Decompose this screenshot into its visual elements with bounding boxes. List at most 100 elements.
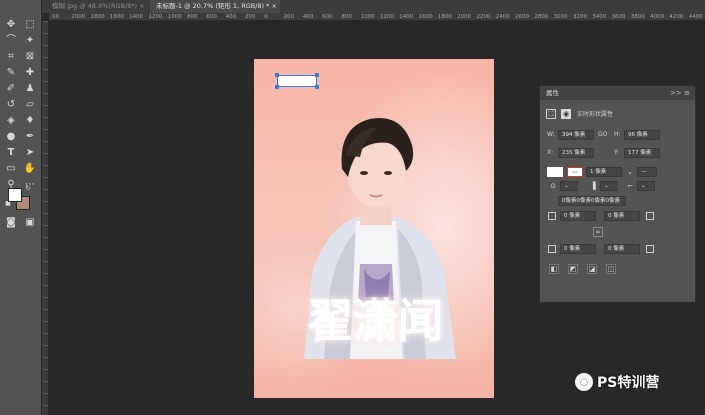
history-brush-tool-icon[interactable]: ↺ — [4, 98, 18, 112]
quick-mask-icon[interactable]: ◙ — [4, 216, 18, 230]
ruler-tick — [43, 81, 48, 93]
type-tool-icon[interactable]: T — [4, 146, 18, 160]
poster-title-text: 翟潇闻 — [307, 294, 444, 348]
corner-bottom-left-field[interactable]: 0 像素 — [560, 244, 596, 254]
stroke-width-dropdown-icon[interactable]: ⌄ — [625, 167, 635, 177]
move-tool-icon[interactable]: ✥ — [4, 18, 18, 32]
crop-tool-icon[interactable]: ⌗ — [4, 50, 18, 64]
ruler-tick — [43, 153, 48, 165]
screen-mode-icon[interactable]: ▣ — [23, 216, 37, 230]
ruler-tick — [43, 261, 48, 273]
ruler-tick — [43, 69, 48, 81]
path-intersect-icon[interactable]: ◪ — [587, 264, 597, 274]
document-tab-bar: 模糊.jpg @ 48.8%(RGB/8*) × 未标题-1 @ 20.7% (… — [42, 0, 705, 13]
ruler-tick-label: 1200 — [148, 14, 163, 20]
rectangle-1-layer[interactable] — [275, 73, 319, 89]
stroke-width-field[interactable]: 1 像素 — [586, 167, 622, 177]
dodge-tool-icon[interactable]: ● — [4, 130, 18, 144]
properties-header: 属性 >> ≡ — [540, 86, 695, 100]
height-field[interactable]: 96 像素 — [624, 130, 660, 140]
properties-panel: 属性 >> ≡ ⛶ ◉ 实时形状属性 W: 394 像素 GO H: 96 像素… — [539, 85, 696, 303]
mask-properties-icon[interactable]: ◉ — [561, 109, 571, 119]
corner-bl-shape-icon — [548, 245, 556, 253]
frame-tool-icon[interactable]: ⊠ — [23, 50, 37, 64]
foreground-color-swatch[interactable] — [8, 188, 22, 202]
h-label: H: — [614, 131, 621, 138]
ruler-tick-label: 200 — [283, 14, 295, 20]
ruler-tick-label: 2400 — [495, 14, 510, 20]
stamp-tool-icon[interactable]: ♟ — [23, 82, 37, 96]
path-subtract-icon[interactable]: ◩ — [568, 264, 578, 274]
rectangle-tool-icon[interactable]: ▭ — [4, 162, 18, 176]
transform-handle[interactable] — [315, 85, 319, 89]
ruler-tick-label: 00 — [52, 14, 59, 20]
panel-menu-icon[interactable]: >> ≡ — [670, 86, 690, 100]
ruler-tick-label: 4200 — [669, 14, 684, 20]
transform-handle[interactable] — [275, 85, 279, 89]
width-field[interactable]: 394 像素 — [558, 130, 594, 140]
ruler-tick-label: 4000 — [650, 14, 665, 20]
corner-radii-all-field[interactable]: 0像素0像素0像素0像素 — [558, 196, 626, 206]
ruler-tick-label: 600 — [206, 14, 217, 20]
ruler-tick-label: 1600 — [418, 14, 433, 20]
tab-blur-jpg[interactable]: 模糊.jpg @ 48.8%(RGB/8*) × — [46, 0, 146, 13]
ruler-tick-label: 600 — [322, 14, 333, 20]
marquee-tool-icon[interactable]: ⬚ — [23, 18, 37, 32]
paint-bucket-tool-icon[interactable]: ◈ — [4, 114, 18, 128]
link-dimensions-icon[interactable]: GO — [598, 130, 607, 139]
ruler-tick-label: 3600 — [611, 14, 626, 20]
magic-wand-tool-icon[interactable]: ✦ — [23, 34, 37, 48]
stroke-align-icon[interactable]: ⊙ — [548, 181, 558, 191]
stroke-align-dropdown[interactable]: ⌄ — [560, 181, 578, 191]
ruler-tick-label: 2800 — [534, 14, 549, 20]
eyedropper-tool-icon[interactable]: ✎ — [4, 66, 18, 80]
ruler-tick — [43, 177, 48, 189]
shape-properties-icon[interactable]: ⛶ — [546, 109, 556, 119]
ruler-tick — [43, 213, 48, 225]
path-exclude-icon[interactable]: ◫ — [606, 264, 616, 274]
y-field[interactable]: 177 像素 — [624, 148, 660, 158]
transform-handle[interactable] — [275, 73, 279, 77]
path-selection-tool-icon[interactable]: ➤ — [23, 146, 37, 160]
stroke-color-swatch[interactable]: ▬ — [567, 167, 583, 177]
link-corners-icon[interactable]: ∞ — [593, 227, 603, 237]
blur-tool-icon[interactable]: ♦ — [23, 114, 37, 128]
horizontal-ruler: 00 2000 1800 1600 1400 1200 1000 800 600 400 200 0 2… — [49, 13, 705, 21]
ruler-tick — [43, 165, 48, 177]
healing-brush-tool-icon[interactable]: ✚ — [23, 66, 37, 80]
ruler-tick — [43, 105, 48, 117]
stroke-corners-icon[interactable]: ⌐ — [625, 181, 635, 191]
ruler-tick — [43, 21, 48, 33]
stroke-type-dropdown[interactable]: — — [637, 167, 657, 177]
x-field[interactable]: 235 像素 — [558, 148, 594, 158]
corner-tr-shape-icon — [646, 212, 654, 220]
lasso-tool-icon[interactable]: ⌒ — [4, 34, 18, 48]
stroke-caps-icon[interactable]: ▐ — [588, 181, 598, 191]
fill-color-swatch[interactable] — [547, 167, 563, 177]
pen-tool-icon[interactable]: ✒ — [23, 130, 37, 144]
swap-colors-icon[interactable]: ↻ — [24, 184, 32, 192]
brush-tool-icon[interactable]: ✐ — [4, 82, 18, 96]
ruler-tick-label: 2200 — [476, 14, 491, 20]
toolbox: ✥ ⬚ ⌒ ✦ ⌗ ⊠ ✎ ✚ ✐ ♟ ↺ ▱ ◈ ♦ ● ✒ T ➤ ▭ ✋ … — [0, 0, 42, 415]
ruler-tick-label: 200 — [244, 14, 256, 20]
tab-untitled-1[interactable]: 未标题-1 @ 20.7% (矩形 1, RGB/8) * × — [150, 0, 280, 13]
ruler-tick — [43, 117, 48, 129]
stroke-caps-dropdown[interactable]: ⌄ — [600, 181, 618, 191]
corner-br-shape-icon — [646, 245, 654, 253]
corner-top-right-field[interactable]: 0 像素 — [604, 211, 640, 221]
ruler-tick-label: 2000 — [457, 14, 472, 20]
hand-tool-icon[interactable]: ✋ — [23, 162, 37, 176]
eraser-tool-icon[interactable]: ▱ — [23, 98, 37, 112]
ruler-tick-label: 3000 — [553, 14, 568, 20]
path-combine-icon[interactable]: ◧ — [549, 264, 559, 274]
stroke-corners-dropdown[interactable]: ⌄ — [637, 181, 655, 191]
corner-tl-shape-icon — [548, 212, 556, 220]
ruler-tick-label: 0 — [264, 14, 268, 20]
ruler-tick — [43, 45, 48, 57]
ruler-tick-label: 1000 — [167, 14, 182, 20]
corner-top-left-field[interactable]: 0 像素 — [560, 211, 596, 221]
corner-bottom-right-field[interactable]: 0 像素 — [604, 244, 640, 254]
transform-handle[interactable] — [315, 73, 319, 77]
canvas-document[interactable]: 翟潇闻 — [254, 59, 494, 398]
